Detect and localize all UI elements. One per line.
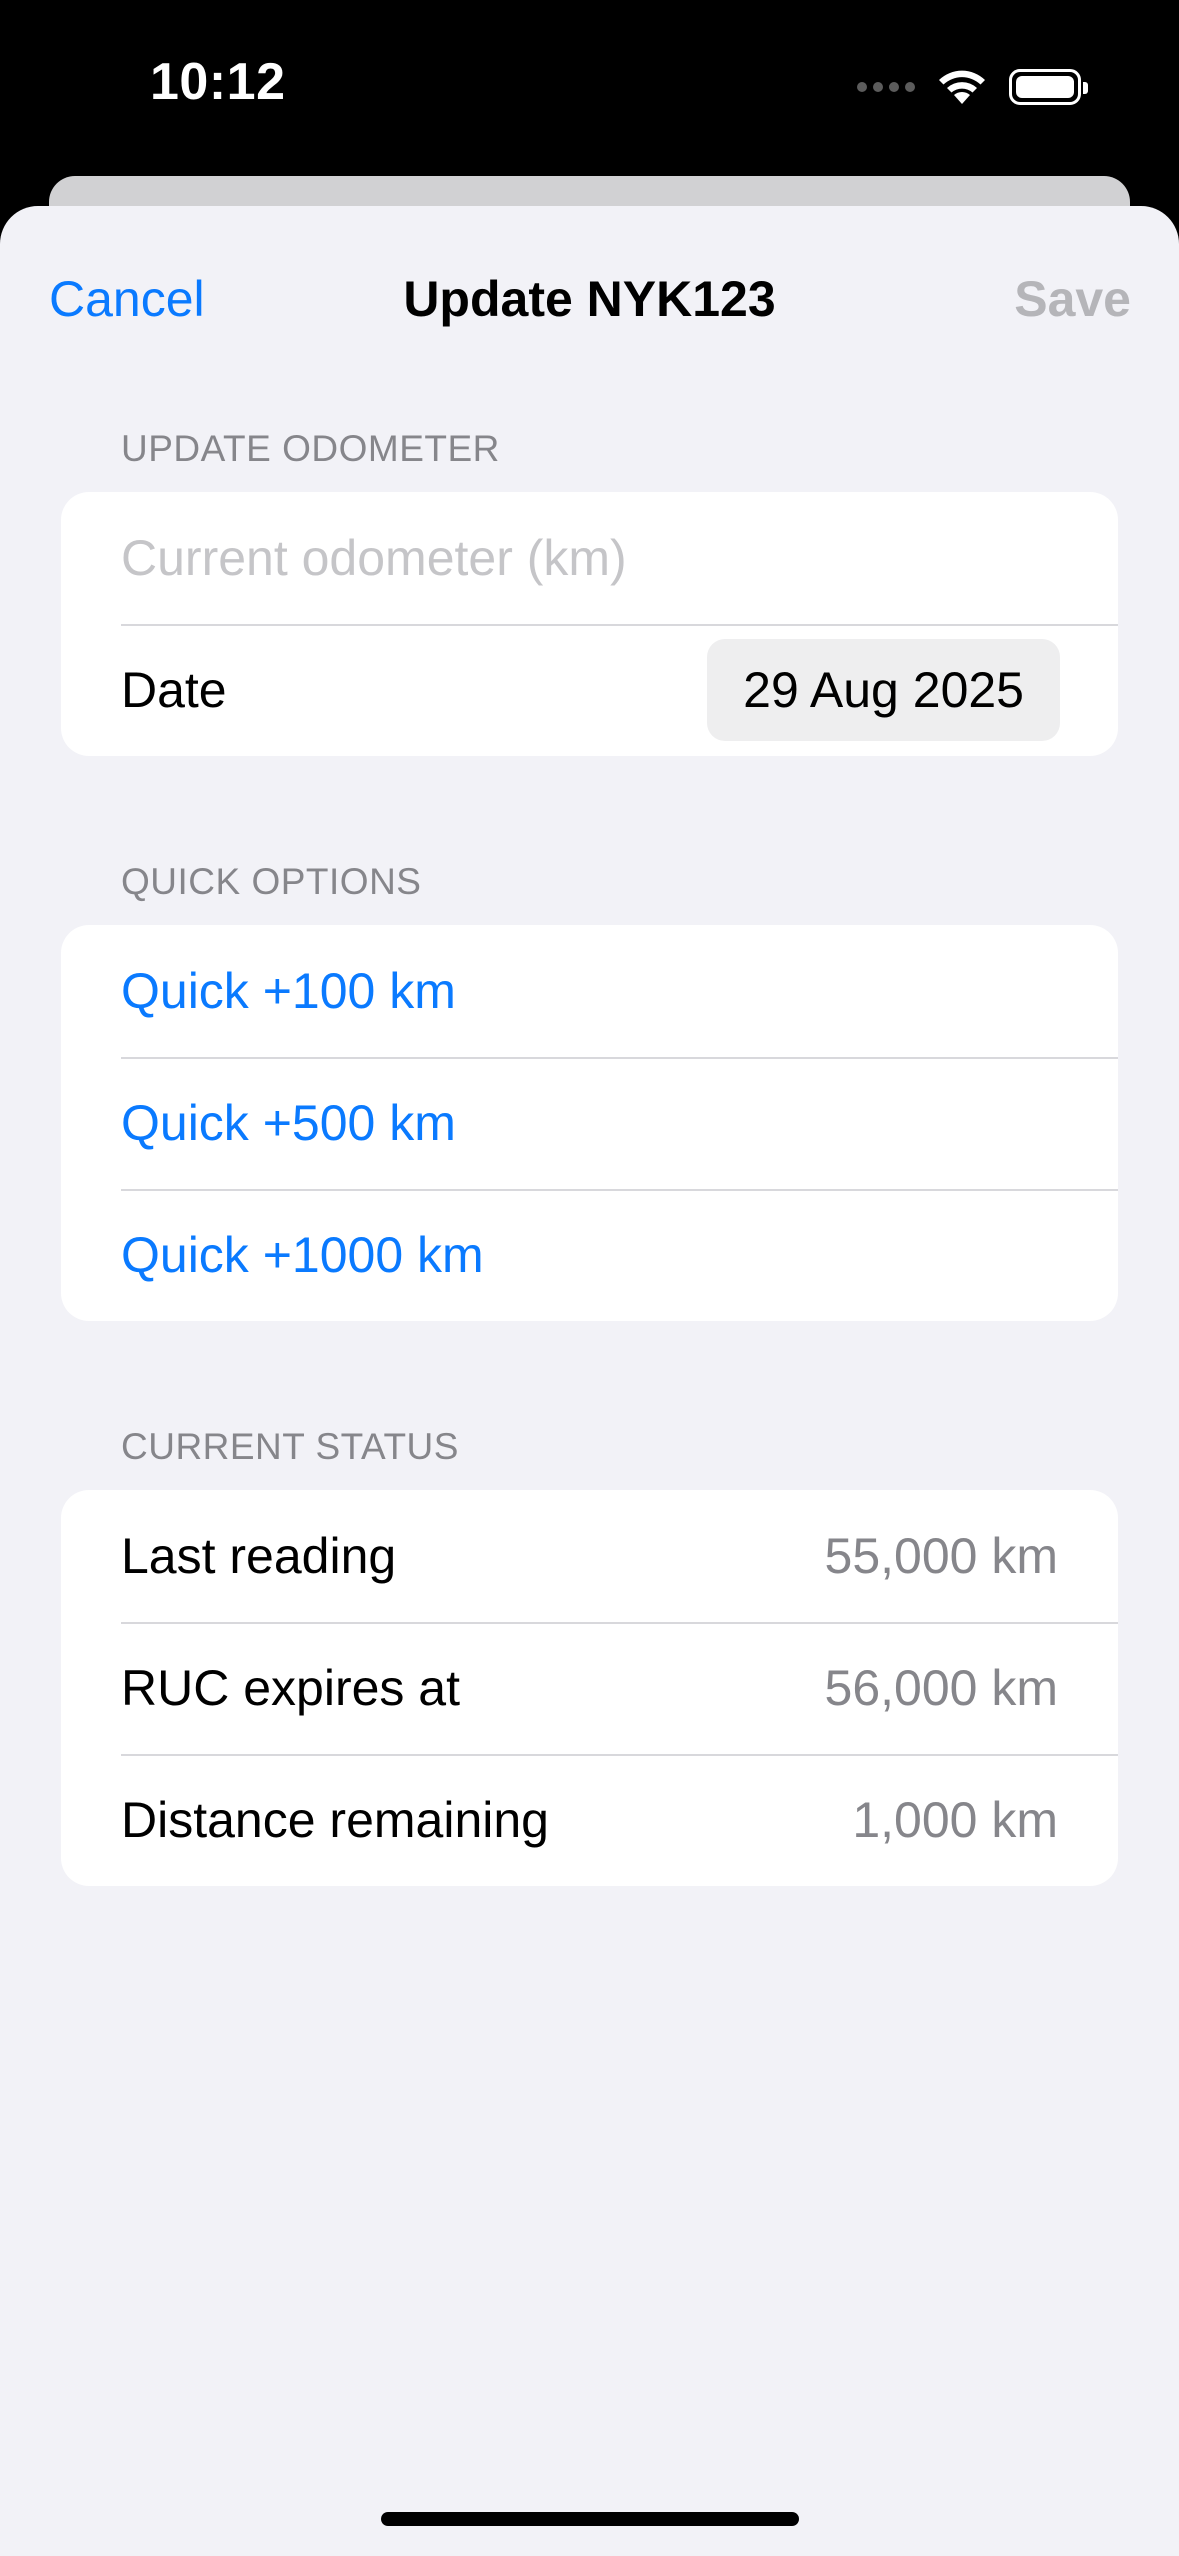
quick-options-header: QUICK OPTIONS	[121, 861, 422, 902]
update-odometer-header: UPDATE ODOMETER	[121, 428, 500, 469]
date-row: Date 29 Aug 2025	[61, 624, 1118, 756]
last-reading-label: Last reading	[121, 1528, 397, 1584]
navigation-bar: Update NYK123 Cancel Save	[0, 258, 1179, 338]
distance-remaining-value: 1,000 km	[852, 1792, 1058, 1848]
current-status-group: Last reading 55,000 km RUC expires at 56…	[61, 1490, 1118, 1886]
quick-option-100-button[interactable]: Quick +100 km	[61, 925, 1118, 1057]
status-time: 10:12	[150, 53, 286, 111]
ruc-expires-row: RUC expires at 56,000 km	[61, 1622, 1118, 1754]
last-reading-row: Last reading 55,000 km	[61, 1490, 1118, 1622]
quick-option-1000-button[interactable]: Quick +1000 km	[61, 1189, 1118, 1321]
quick-option-label: Quick +100 km	[121, 963, 456, 1019]
update-odometer-group: Date 29 Aug 2025	[61, 492, 1118, 756]
quick-option-label: Quick +500 km	[121, 1095, 456, 1151]
battery-icon	[1009, 69, 1088, 105]
update-sheet: Update NYK123 Cancel Save UPDATE ODOMETE…	[0, 206, 1179, 2556]
cancel-button[interactable]: Cancel	[49, 270, 205, 328]
home-indicator[interactable]	[381, 2512, 799, 2526]
screen: 10:12 Update NYK123 Cancel Save UPDATE O…	[0, 0, 1179, 2556]
distance-remaining-row: Distance remaining 1,000 km	[61, 1754, 1118, 1886]
ruc-expires-label: RUC expires at	[121, 1660, 460, 1716]
quick-options-group: Quick +100 km Quick +500 km Quick +1000 …	[61, 925, 1118, 1321]
date-picker-button[interactable]: 29 Aug 2025	[707, 639, 1060, 741]
wifi-icon	[939, 70, 985, 104]
save-button[interactable]: Save	[1014, 270, 1131, 328]
status-icons	[857, 62, 1088, 112]
quick-option-500-button[interactable]: Quick +500 km	[61, 1057, 1118, 1189]
odometer-row	[61, 492, 1118, 624]
ruc-expires-value: 56,000 km	[824, 1660, 1058, 1716]
distance-remaining-label: Distance remaining	[121, 1792, 549, 1848]
signal-dots-icon	[857, 82, 915, 92]
quick-option-label: Quick +1000 km	[121, 1227, 484, 1283]
date-label: Date	[121, 662, 227, 718]
last-reading-value: 55,000 km	[824, 1528, 1058, 1584]
current-status-header: CURRENT STATUS	[121, 1426, 459, 1467]
odometer-input[interactable]	[121, 529, 1058, 587]
